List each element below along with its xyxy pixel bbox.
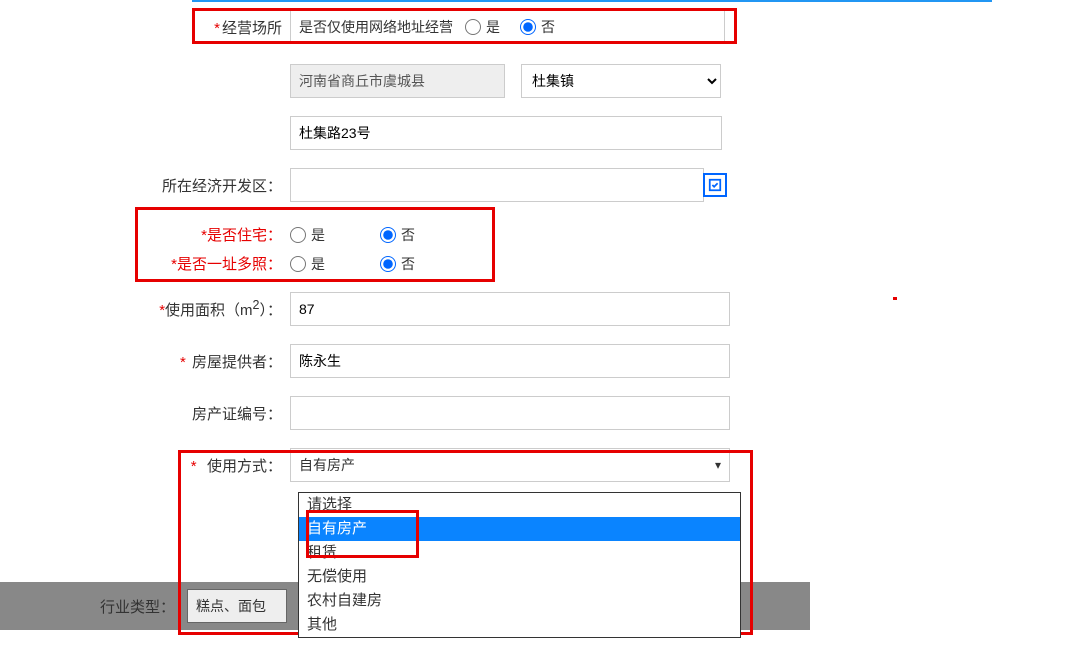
business-place-field: 是否仅使用网络地址经营 是 否 <box>290 10 725 44</box>
option-own-property[interactable]: 自有房产 <box>299 517 740 541</box>
multi-yes[interactable]: 是 <box>290 254 325 274</box>
chevron-down-icon: ▾ <box>715 458 721 472</box>
option-free-use[interactable]: 无偿使用 <box>299 565 740 589</box>
town-select[interactable]: 杜集镇 <box>521 64 721 98</box>
region-input <box>290 64 505 98</box>
network-only-question: 是否仅使用网络地址经营 <box>299 17 453 37</box>
business-place-label: *经营场所 <box>0 17 290 38</box>
residence-yes[interactable]: 是 <box>290 225 325 245</box>
residence-no[interactable]: 否 <box>380 225 415 245</box>
is-residence-label: *是否住宅： <box>0 224 290 245</box>
option-other[interactable]: 其他 <box>299 613 740 637</box>
multi-license-label: *是否一址多照： <box>0 253 290 274</box>
area-input[interactable] <box>290 292 730 326</box>
usage-mode-select[interactable]: 自有房产 ▾ <box>290 448 730 482</box>
cert-label: 房产证编号： <box>0 403 290 424</box>
usage-mode-label: * 使用方式： <box>0 455 290 476</box>
econ-zone-input[interactable] <box>290 168 704 202</box>
address-input[interactable] <box>290 116 722 150</box>
industry-label: 行业类型： <box>100 596 175 617</box>
multi-no[interactable]: 否 <box>380 254 415 274</box>
option-please-select[interactable]: 请选择 <box>299 493 740 517</box>
industry-value[interactable]: 糕点、面包 <box>187 589 287 623</box>
annotation-dot <box>893 297 897 300</box>
cert-input[interactable] <box>290 396 730 430</box>
network-only-no[interactable]: 否 <box>520 17 555 37</box>
provider-input[interactable] <box>290 344 730 378</box>
option-rural-self-built[interactable]: 农村自建房 <box>299 589 740 613</box>
option-rent[interactable]: 租赁 <box>299 541 740 565</box>
area-label: *使用面积（m2）： <box>0 298 290 320</box>
provider-label: * 房屋提供者： <box>0 351 290 372</box>
network-only-yes[interactable]: 是 <box>465 17 500 37</box>
top-divider <box>192 0 992 2</box>
usage-mode-dropdown: 请选择 自有房产 租赁 无偿使用 农村自建房 其他 <box>298 492 741 638</box>
form-container: *经营场所 是否仅使用网络地址经营 是 否 <box>0 0 1067 482</box>
picker-icon[interactable] <box>703 173 727 197</box>
econ-zone-label: 所在经济开发区： <box>0 175 290 196</box>
